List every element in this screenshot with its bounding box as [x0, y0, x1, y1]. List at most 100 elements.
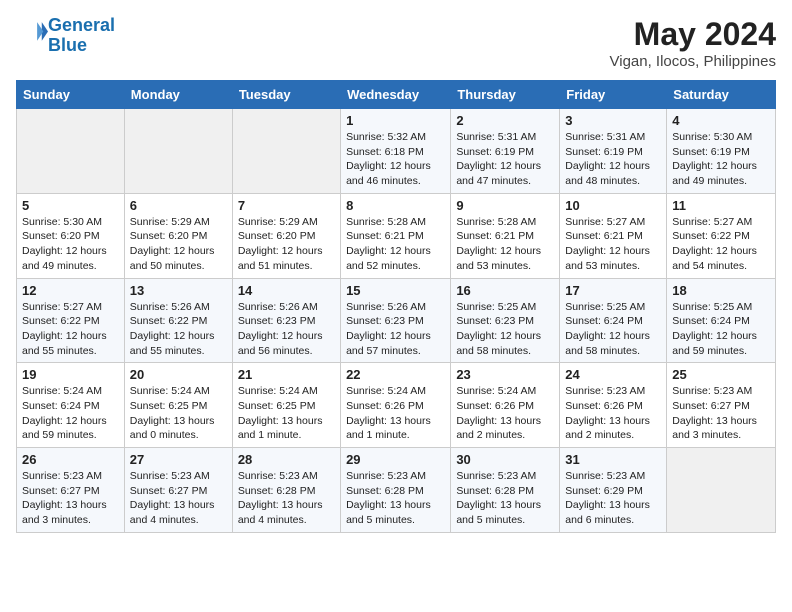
day-info: Sunrise: 5:31 AM Sunset: 6:19 PM Dayligh…: [456, 130, 554, 189]
day-number: 14: [238, 283, 335, 298]
day-number: 21: [238, 367, 335, 382]
day-info: Sunrise: 5:24 AM Sunset: 6:26 PM Dayligh…: [346, 384, 445, 443]
calendar-week-4: 19 Sunrise: 5:24 AM Sunset: 6:24 PM Dayli…: [17, 363, 776, 448]
day-info: Sunrise: 5:28 AM Sunset: 6:21 PM Dayligh…: [346, 215, 445, 274]
calendar-cell: 12 Sunrise: 5:27 AM Sunset: 6:22 PM Dayli…: [17, 278, 125, 363]
calendar-cell: 19 Sunrise: 5:24 AM Sunset: 6:24 PM Dayli…: [17, 363, 125, 448]
calendar-cell: 21 Sunrise: 5:24 AM Sunset: 6:25 PM Dayli…: [232, 363, 340, 448]
weekday-header-tuesday: Tuesday: [232, 81, 340, 109]
calendar-cell: 18Sunrise: 5:25 AM Sunset: 6:24 PM Dayli…: [667, 278, 776, 363]
title-block: May 2024 Vigan, Ilocos, Philippines: [610, 16, 777, 70]
calendar-cell: 9Sunrise: 5:28 AM Sunset: 6:21 PM Daylig…: [451, 193, 560, 278]
day-info: Sunrise: 5:27 AM Sunset: 6:22 PM Dayligh…: [672, 215, 770, 274]
day-number: 29: [346, 452, 445, 467]
day-info: Sunrise: 5:23 AM Sunset: 6:27 PM Dayligh…: [22, 469, 119, 528]
calendar-week-2: 5Sunrise: 5:30 AM Sunset: 6:20 PM Daylig…: [17, 193, 776, 278]
day-info: Sunrise: 5:23 AM Sunset: 6:27 PM Dayligh…: [130, 469, 227, 528]
day-number: 15: [346, 283, 445, 298]
day-number: 27: [130, 452, 227, 467]
calendar-cell: [17, 109, 125, 194]
calendar-cell: 10Sunrise: 5:27 AM Sunset: 6:21 PM Dayli…: [560, 193, 667, 278]
day-info: Sunrise: 5:31 AM Sunset: 6:19 PM Dayligh…: [565, 130, 661, 189]
calendar-cell: [232, 109, 340, 194]
calendar-cell: 29 Sunrise: 5:23 AM Sunset: 6:28 PM Dayli…: [341, 448, 451, 533]
calendar-cell: 5Sunrise: 5:30 AM Sunset: 6:20 PM Daylig…: [17, 193, 125, 278]
day-number: 31: [565, 452, 661, 467]
day-info: Sunrise: 5:23 AM Sunset: 6:28 PM Dayligh…: [346, 469, 445, 528]
day-info: Sunrise: 5:25 AM Sunset: 6:23 PM Dayligh…: [456, 300, 554, 359]
calendar-cell: 1 Sunrise: 5:32 AM Sunset: 6:18 PM Daylig…: [341, 109, 451, 194]
day-number: 30: [456, 452, 554, 467]
logo-icon: [20, 19, 48, 47]
day-info: Sunrise: 5:23 AM Sunset: 6:27 PM Dayligh…: [672, 384, 770, 443]
day-number: 22: [346, 367, 445, 382]
calendar-cell: 23Sunrise: 5:24 AM Sunset: 6:26 PM Dayli…: [451, 363, 560, 448]
day-info: Sunrise: 5:23 AM Sunset: 6:29 PM Dayligh…: [565, 469, 661, 528]
day-info: Sunrise: 5:26 AM Sunset: 6:23 PM Dayligh…: [238, 300, 335, 359]
day-info: Sunrise: 5:27 AM Sunset: 6:22 PM Dayligh…: [22, 300, 119, 359]
day-number: 8: [346, 198, 445, 213]
calendar-cell: 7 Sunrise: 5:29 AM Sunset: 6:20 PM Daylig…: [232, 193, 340, 278]
day-info: Sunrise: 5:25 AM Sunset: 6:24 PM Dayligh…: [565, 300, 661, 359]
day-info: Sunrise: 5:24 AM Sunset: 6:24 PM Dayligh…: [22, 384, 119, 443]
day-number: 23: [456, 367, 554, 382]
calendar-week-3: 12 Sunrise: 5:27 AM Sunset: 6:22 PM Dayli…: [17, 278, 776, 363]
day-info: Sunrise: 5:26 AM Sunset: 6:22 PM Dayligh…: [130, 300, 227, 359]
day-info: Sunrise: 5:24 AM Sunset: 6:25 PM Dayligh…: [238, 384, 335, 443]
day-number: 20: [130, 367, 227, 382]
day-info: Sunrise: 5:29 AM Sunset: 6:20 PM Dayligh…: [130, 215, 227, 274]
day-number: 19: [22, 367, 119, 382]
calendar-cell: 11 Sunrise: 5:27 AM Sunset: 6:22 PM Dayli…: [667, 193, 776, 278]
weekday-header-sunday: Sunday: [17, 81, 125, 109]
calendar-cell: 26 Sunrise: 5:23 AM Sunset: 6:27 PM Dayli…: [17, 448, 125, 533]
day-number: 25: [672, 367, 770, 382]
calendar-cell: 3 Sunrise: 5:31 AM Sunset: 6:19 PM Daylig…: [560, 109, 667, 194]
calendar-table: SundayMondayTuesdayWednesdayThursdayFrid…: [16, 80, 776, 533]
day-number: 7: [238, 198, 335, 213]
day-info: Sunrise: 5:30 AM Sunset: 6:20 PM Dayligh…: [22, 215, 119, 274]
logo-text: General Blue: [48, 16, 115, 56]
day-number: 6: [130, 198, 227, 213]
page-header: General Blue May 2024 Vigan, Ilocos, Phi…: [16, 16, 776, 70]
calendar-cell: 31 Sunrise: 5:23 AM Sunset: 6:29 PM Dayli…: [560, 448, 667, 533]
weekday-header-monday: Monday: [124, 81, 232, 109]
day-info: Sunrise: 5:28 AM Sunset: 6:21 PM Dayligh…: [456, 215, 554, 274]
calendar-cell: 24 Sunrise: 5:23 AM Sunset: 6:26 PM Dayli…: [560, 363, 667, 448]
day-number: 1: [346, 113, 445, 128]
calendar-cell: 14 Sunrise: 5:26 AM Sunset: 6:23 PM Dayli…: [232, 278, 340, 363]
day-number: 13: [130, 283, 227, 298]
day-number: 16: [456, 283, 554, 298]
day-number: 24: [565, 367, 661, 382]
calendar-cell: 25 Sunrise: 5:23 AM Sunset: 6:27 PM Dayli…: [667, 363, 776, 448]
calendar-week-1: 1 Sunrise: 5:32 AM Sunset: 6:18 PM Daylig…: [17, 109, 776, 194]
day-number: 26: [22, 452, 119, 467]
weekday-header-wednesday: Wednesday: [341, 81, 451, 109]
calendar-cell: 27 Sunrise: 5:23 AM Sunset: 6:27 PM Dayli…: [124, 448, 232, 533]
day-info: Sunrise: 5:24 AM Sunset: 6:25 PM Dayligh…: [130, 384, 227, 443]
day-number: 28: [238, 452, 335, 467]
day-info: Sunrise: 5:23 AM Sunset: 6:26 PM Dayligh…: [565, 384, 661, 443]
calendar-cell: 2 Sunrise: 5:31 AM Sunset: 6:19 PM Daylig…: [451, 109, 560, 194]
day-info: Sunrise: 5:26 AM Sunset: 6:23 PM Dayligh…: [346, 300, 445, 359]
calendar-week-5: 26 Sunrise: 5:23 AM Sunset: 6:27 PM Dayli…: [17, 448, 776, 533]
day-info: Sunrise: 5:29 AM Sunset: 6:20 PM Dayligh…: [238, 215, 335, 274]
calendar-cell: 4Sunrise: 5:30 AM Sunset: 6:19 PM Daylig…: [667, 109, 776, 194]
weekday-header-row: SundayMondayTuesdayWednesdayThursdayFrid…: [17, 81, 776, 109]
day-info: Sunrise: 5:23 AM Sunset: 6:28 PM Dayligh…: [238, 469, 335, 528]
day-number: 10: [565, 198, 661, 213]
calendar-cell: 28 Sunrise: 5:23 AM Sunset: 6:28 PM Dayli…: [232, 448, 340, 533]
day-number: 2: [456, 113, 554, 128]
calendar-cell: [667, 448, 776, 533]
day-number: 17: [565, 283, 661, 298]
calendar-cell: 6 Sunrise: 5:29 AM Sunset: 6:20 PM Daylig…: [124, 193, 232, 278]
day-info: Sunrise: 5:32 AM Sunset: 6:18 PM Dayligh…: [346, 130, 445, 189]
day-info: Sunrise: 5:23 AM Sunset: 6:28 PM Dayligh…: [456, 469, 554, 528]
day-number: 11: [672, 198, 770, 213]
calendar-subtitle: Vigan, Ilocos, Philippines: [610, 53, 777, 70]
day-number: 3: [565, 113, 661, 128]
calendar-cell: 8 Sunrise: 5:28 AM Sunset: 6:21 PM Daylig…: [341, 193, 451, 278]
day-info: Sunrise: 5:25 AM Sunset: 6:24 PM Dayligh…: [672, 300, 770, 359]
calendar-cell: 20 Sunrise: 5:24 AM Sunset: 6:25 PM Dayli…: [124, 363, 232, 448]
day-number: 12: [22, 283, 119, 298]
calendar-cell: 15 Sunrise: 5:26 AM Sunset: 6:23 PM Dayli…: [341, 278, 451, 363]
